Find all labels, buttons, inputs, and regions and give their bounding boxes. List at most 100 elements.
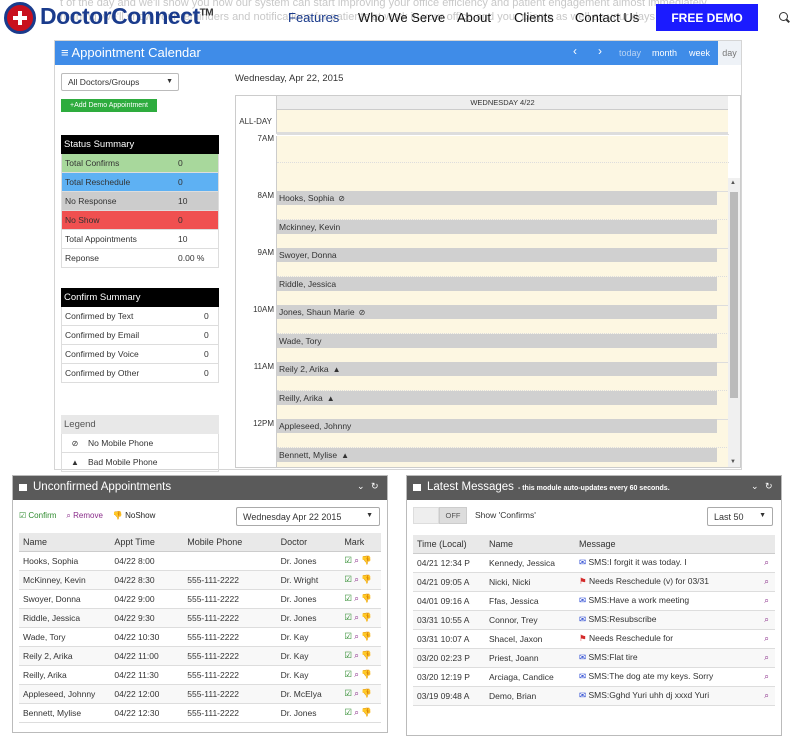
column-header[interactable]: Name xyxy=(485,535,575,554)
view-icon[interactable]: ⌕ xyxy=(764,576,769,587)
calendar-event[interactable]: Swoyer, Donna xyxy=(277,248,717,262)
free-demo-button[interactable]: FREE DEMO xyxy=(656,4,758,31)
refresh-icon[interactable]: ↻ xyxy=(765,481,773,492)
nav-clients[interactable]: Clients xyxy=(514,10,554,25)
calendar-event[interactable]: Jones, Shaun Marie ⊘ xyxy=(277,305,717,319)
table-row: 03/20 12:19 P Arciaga, Candice ✉ SMS:The d… xyxy=(413,667,775,687)
noshow-icon[interactable]: 👎 xyxy=(361,688,372,698)
calendar-event[interactable]: Riddle, Jessica xyxy=(277,276,717,291)
table-row: McKinney, Kevin 04/22 8:30 555-111-2222 Dr.… xyxy=(19,570,381,590)
calendar-event[interactable]: Reilly, Arika ▲ xyxy=(277,390,717,405)
calendar-event[interactable]: Bennett, Mylise ▲ xyxy=(277,447,717,462)
calendar-header: ≡ Appointment Calendar ‹ › today month w… xyxy=(55,41,741,65)
unconfirmed-title: Unconfirmed Appointments xyxy=(33,481,172,493)
confirm-label: Confirmed by Voice xyxy=(65,349,139,359)
doctor-group-select[interactable]: All Doctors/Groups ▼ xyxy=(61,73,179,91)
logo-icon[interactable] xyxy=(4,2,36,34)
brand-name[interactable]: DoctorConnectTM xyxy=(40,3,214,30)
warning-icon: ▲ xyxy=(71,457,79,467)
unconfirmed-header: Unconfirmed Appointments ⌄ ↻ xyxy=(13,476,387,500)
view-icon[interactable]: ⌕ xyxy=(764,690,769,701)
confirm-icon[interactable]: ☑ xyxy=(344,688,354,698)
collapse-icon[interactable]: ⌄ xyxy=(751,481,759,492)
confirm-icon[interactable]: ☑ xyxy=(344,593,354,603)
nav-contact-us[interactable]: Contact Us xyxy=(575,10,639,25)
nav-features[interactable]: Features xyxy=(288,10,339,25)
date-select[interactable]: Wednesday Apr 22 2015 ▼ xyxy=(236,507,380,526)
noshow-icon[interactable]: 👎 xyxy=(361,574,372,584)
hour-label: 10AM xyxy=(253,305,274,314)
status-row: No Show 0 xyxy=(61,211,219,230)
prev-button[interactable]: ‹ xyxy=(573,44,577,58)
noshow-icon[interactable]: 👎 xyxy=(361,669,372,679)
column-header[interactable]: Mobile Phone xyxy=(183,533,277,552)
column-header[interactable]: Doctor xyxy=(276,533,341,552)
noshow-icon[interactable]: 👎 xyxy=(361,612,372,622)
column-header[interactable]: Mark xyxy=(340,533,381,552)
hour-label: 7AM xyxy=(257,134,274,143)
status-label: Total Confirms xyxy=(65,158,120,168)
calendar-event[interactable]: Wade, Tory xyxy=(277,333,717,348)
confirm-icon[interactable]: ☑ xyxy=(344,574,354,584)
mark-actions: ☑ ⌕ 👎 xyxy=(340,608,381,628)
noshow-icon[interactable]: 👎 xyxy=(361,555,372,565)
show-confirms-toggle[interactable]: OFF xyxy=(413,507,467,524)
confirm-icon[interactable]: ☑ xyxy=(344,669,354,679)
mark-actions: ☑ ⌕ 👎 xyxy=(340,665,381,685)
no-phone-icon: ⊘ xyxy=(71,438,79,448)
view-icon[interactable]: ⌕ xyxy=(764,633,769,644)
table-cell: Wade, Tory xyxy=(19,627,111,647)
status-row: Total Appointments 10 xyxy=(61,230,219,249)
view-icon[interactable]: ⌕ xyxy=(764,671,769,682)
noshow-icon[interactable]: 👎 xyxy=(361,593,372,603)
confirm-icon[interactable]: ☑ xyxy=(344,707,354,717)
time-slots[interactable]: Hooks, Sophia ⊘ Mckinney, Kevin Swoyer, Don… xyxy=(276,134,729,467)
table-cell: Dr. Kay xyxy=(276,627,341,647)
refresh-icon[interactable]: ↻ xyxy=(371,481,379,492)
calendar-event[interactable]: Reily 2, Arika ▲ xyxy=(277,362,717,376)
today-button[interactable]: today xyxy=(619,48,641,58)
view-icon[interactable]: ⌕ xyxy=(764,614,769,625)
scroll-down-icon[interactable]: ▼ xyxy=(730,459,736,465)
scrollbar-thumb[interactable] xyxy=(730,192,738,398)
message-body: SMS:Flat tire xyxy=(588,652,638,662)
add-demo-appointment-button[interactable]: +Add Demo Appointment xyxy=(61,99,157,112)
view-icon[interactable]: ⌕ xyxy=(764,557,769,568)
table-cell xyxy=(183,551,277,571)
view-icon[interactable]: ⌕ xyxy=(764,595,769,606)
all-day-label: ALL-DAY xyxy=(239,117,272,126)
noshow-icon[interactable]: 👎 xyxy=(361,650,372,660)
nav-about[interactable]: About xyxy=(457,10,491,25)
calendar-event[interactable]: Hooks, Sophia ⊘ xyxy=(277,191,717,205)
column-header[interactable]: Name xyxy=(19,533,111,552)
status-row: No Response 10 xyxy=(61,192,219,211)
column-header[interactable]: Message xyxy=(575,535,775,554)
day-view-button[interactable]: day xyxy=(718,41,741,65)
all-day-slot[interactable] xyxy=(276,110,728,134)
week-view-button[interactable]: week xyxy=(689,48,710,58)
confirm-icon[interactable]: ☑ xyxy=(344,612,354,622)
calendar-scrollbar[interactable]: ▲ ▼ xyxy=(728,178,740,467)
confirm-icon[interactable]: ☑ xyxy=(344,555,354,565)
message-limit-select[interactable]: Last 50 ▼ xyxy=(707,507,773,526)
month-view-button[interactable]: month xyxy=(652,48,677,58)
confirm-icon[interactable]: ☑ xyxy=(344,650,354,660)
search-icon[interactable] xyxy=(779,12,788,21)
next-button[interactable]: › xyxy=(598,44,602,58)
collapse-icon[interactable]: ⌄ xyxy=(357,481,365,492)
confirm-icon[interactable]: ☑ xyxy=(344,631,354,641)
column-header[interactable]: Appt Time xyxy=(110,533,184,552)
scroll-up-icon[interactable]: ▲ xyxy=(730,180,736,186)
calendar-event[interactable]: Appleseed, Johnny xyxy=(277,419,717,433)
view-icon[interactable]: ⌕ xyxy=(764,652,769,663)
noshow-icon[interactable]: 👎 xyxy=(361,707,372,717)
calendar-event[interactable]: Mckinney, Kevin xyxy=(277,219,717,234)
table-row: Wade, Tory 04/22 10:30 555-111-2222 Dr. Kay… xyxy=(19,627,381,647)
column-header[interactable]: Time (Local) xyxy=(413,535,485,554)
table-cell: 04/22 11:30 xyxy=(110,665,184,685)
noshow-icon[interactable]: 👎 xyxy=(361,631,372,641)
status-label: Total Reschedule xyxy=(65,177,131,187)
top-navbar: t of the day and we'll show you how our … xyxy=(0,0,800,36)
status-value: 0 xyxy=(178,177,183,187)
nav-who-we-serve[interactable]: Who We Serve xyxy=(358,10,445,25)
